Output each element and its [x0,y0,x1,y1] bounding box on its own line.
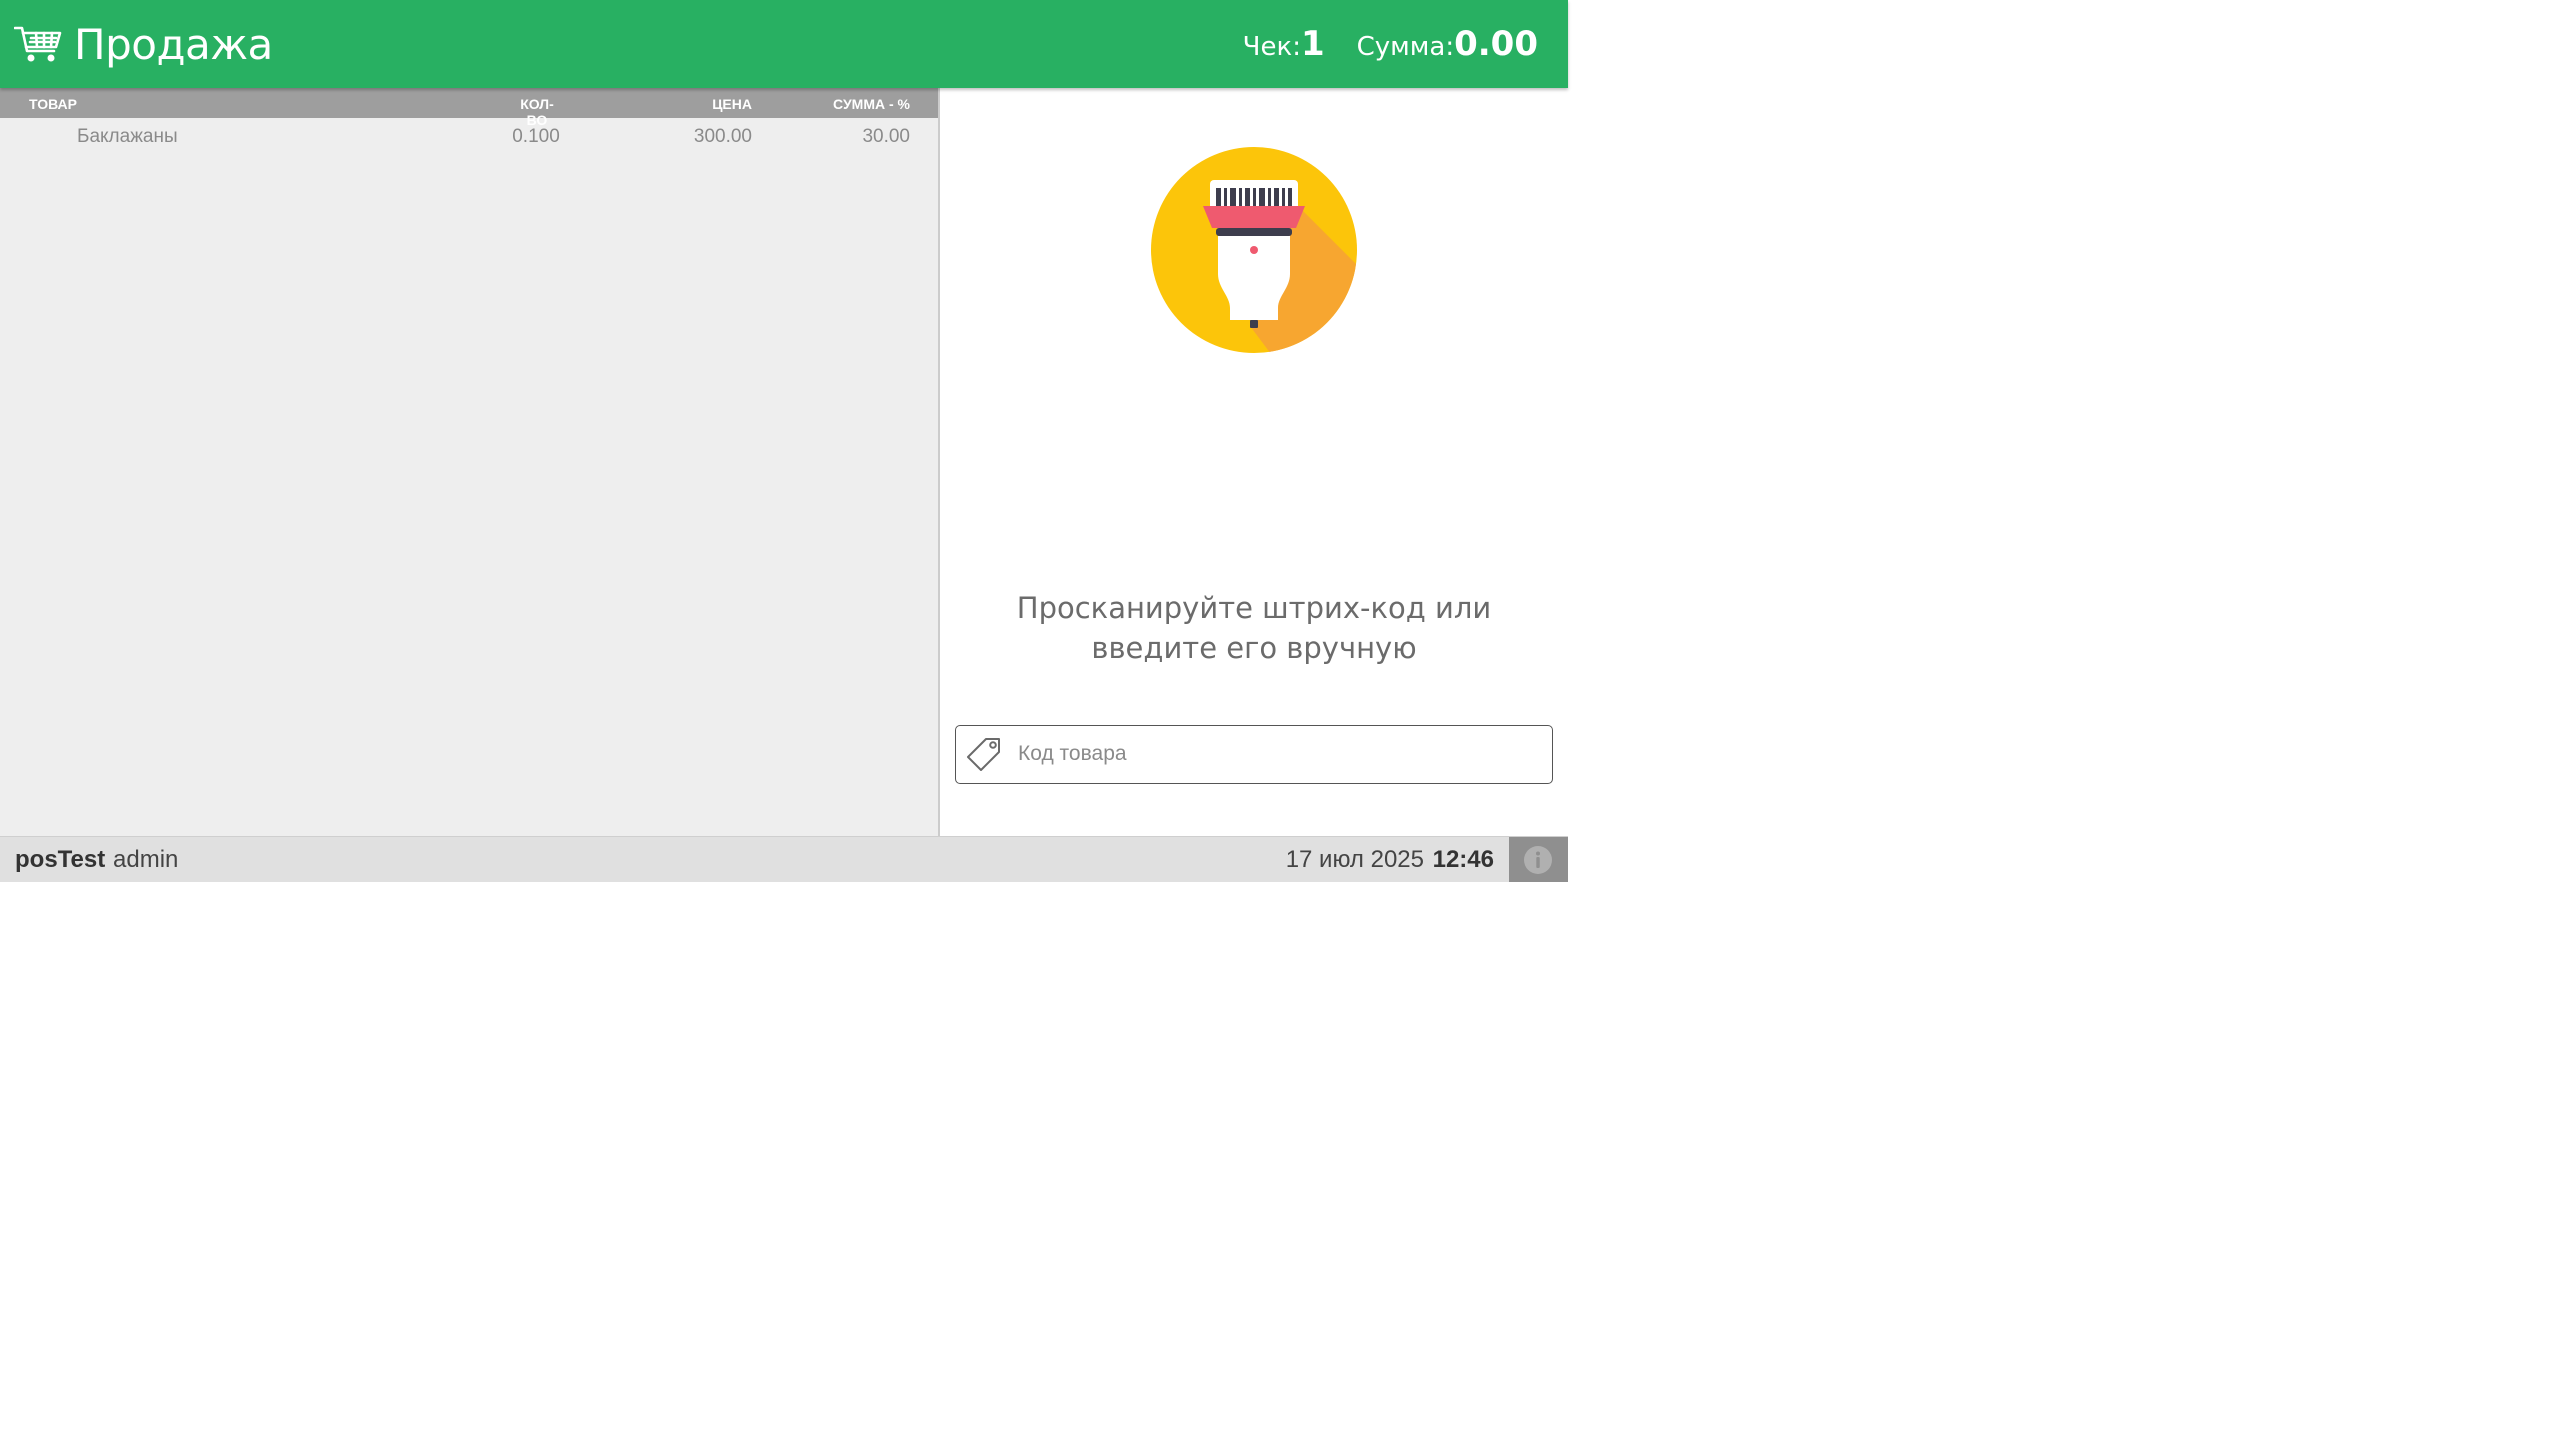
column-header-item: ТОВАР [29,96,77,112]
receipt-number-value: 1 [1300,24,1325,64]
product-code-field[interactable] [955,725,1553,784]
header-bar: Продажа Чек: 1 Сумма: 0.00 [0,0,1568,88]
item-price: 300.00 [693,126,752,147]
receipt-totals: Чек: 1 Сумма: 0.00 [1243,24,1538,68]
scan-panel: Просканируйте штрих-код или введите его … [940,88,1568,836]
table-row[interactable]: Баклажаны 0.100 300.00 30.00 [0,122,938,152]
table-header: ТОВАР КОЛ-ВО ЦЕНА СУММА - % [0,88,938,128]
sum-label: Сумма: [1356,32,1455,62]
column-header-sum-discount: СУММА - % [833,96,910,112]
scan-prompt: Просканируйте штрих-код или введите его … [1016,591,1492,665]
store-name: posTest [15,846,106,873]
status-bar: posTest admin 17 июл 2025 12:46 [0,836,1568,882]
info-icon [1524,846,1552,874]
current-time: 12:46 [1432,846,1494,873]
user-name: admin [113,846,179,873]
receipt-number-label: Чек: [1242,32,1301,62]
item-name: Баклажаны [77,126,178,147]
info-button[interactable] [1509,837,1568,882]
item-quantity: 0.100 [512,126,560,147]
barcode-scanner-icon [1151,147,1357,353]
shopping-cart-icon [14,26,62,62]
sum-value: 0.00 [1454,24,1538,64]
page-title: Продажа [74,20,273,69]
item-sum: 30.00 [862,126,910,147]
current-date: 17 июл 2025 [1285,846,1424,873]
receipt-items-panel: ТОВАР КОЛ-ВО ЦЕНА СУММА - % Баклажаны 0.… [0,88,940,836]
product-code-input[interactable] [1016,734,1536,774]
column-header-price: ЦЕНА [712,96,752,112]
price-tag-icon [967,738,1000,771]
